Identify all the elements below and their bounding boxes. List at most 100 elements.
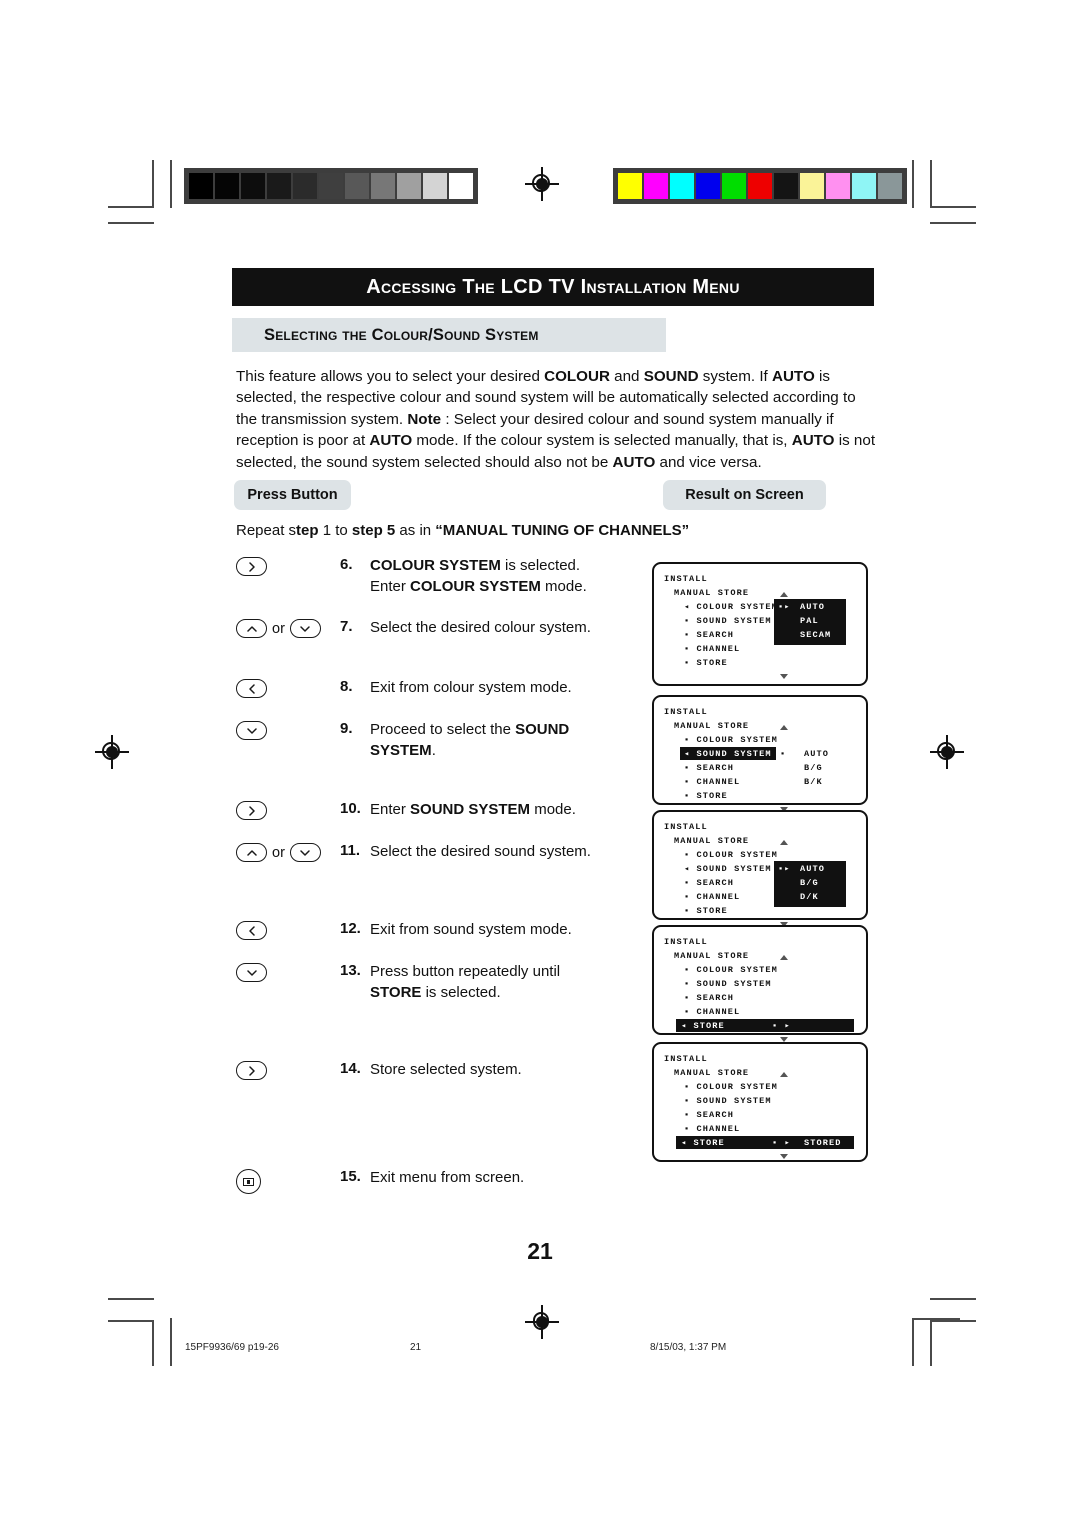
osd-value-option: AUTO xyxy=(804,749,830,759)
osd-screen-panel: INSTALL MANUAL STORE ▪ COLOUR SYSTEM ◂ SOUN… xyxy=(652,810,868,927)
osd-adjust-marker: ▪▸ xyxy=(778,602,791,612)
step-text: . xyxy=(431,741,436,759)
cursor-up-button-icon[interactable] xyxy=(236,619,267,638)
crop-mark-bottom-right-h xyxy=(930,1298,976,1300)
osd-menu-item: ▪ SEARCH xyxy=(684,993,735,1003)
cursor-down-button-icon[interactable] xyxy=(236,721,267,740)
cursor-up-button-icon[interactable] xyxy=(236,843,267,862)
cursor-right-button-icon[interactable] xyxy=(236,557,267,576)
step-number: 11. xyxy=(340,842,361,859)
colour-patch xyxy=(696,173,720,199)
colour-patch xyxy=(670,173,694,199)
osd-value-option: B/G xyxy=(804,763,823,773)
crop-mark-bottom-left-inner-v xyxy=(170,1318,172,1366)
repeat-step-five: step 5 xyxy=(351,522,396,539)
intro-paragraph: This feature allows you to select your d… xyxy=(236,366,878,473)
osd-menu-title: INSTALL xyxy=(664,707,708,717)
step-emphasis: COLOUR SYSTEM xyxy=(370,557,501,574)
crop-mark-bottom-left-h xyxy=(108,1298,154,1300)
crop-mark-top-left-bleed xyxy=(108,222,154,224)
grayscale-patch xyxy=(371,173,395,199)
page-title-bar: Accessing the LCD TV Installation Menu xyxy=(232,268,874,306)
result-on-screen-column-header: Result on Screen xyxy=(663,480,826,510)
step-row: 8. Exit from colour system mode. xyxy=(236,678,572,699)
cursor-down-button-icon[interactable] xyxy=(289,843,321,862)
osd-adjust-marker: ▪ ▸ xyxy=(772,1021,791,1031)
step-button-group xyxy=(236,1060,340,1080)
osd-store-result: STORED xyxy=(804,1138,842,1148)
osd-menu-item: ▪ STORE xyxy=(684,906,728,916)
osd-value-selection-box: ▪▸ AUTO B/G D/K xyxy=(774,861,846,907)
intro-emphasis-auto: AUTO xyxy=(369,432,413,450)
colour-patch xyxy=(878,173,902,199)
cursor-right-button-icon[interactable] xyxy=(236,1061,267,1080)
step-button-group xyxy=(236,962,340,982)
step-text: Select the desired colour system. xyxy=(370,619,591,636)
osd-adjust-marker: ▪▸ xyxy=(778,864,791,874)
cursor-left-button-icon[interactable] xyxy=(236,921,267,940)
osd-menu-item: ▪ COLOUR SYSTEM xyxy=(684,1082,778,1092)
colour-patch xyxy=(800,173,824,199)
osd-menu-item: ▪ CHANNEL xyxy=(684,1007,741,1017)
osd-value-option: D/K xyxy=(800,892,819,902)
step-text: Enter xyxy=(370,577,411,595)
intro-text: reception is poor at xyxy=(236,432,370,450)
step-text: Exit from sound system mode. xyxy=(370,921,572,938)
press-button-label: Press Button xyxy=(247,487,338,503)
step-button-group: or xyxy=(236,618,340,638)
step-number: 15. xyxy=(340,1168,361,1185)
intro-emphasis-colour: COLOUR xyxy=(544,368,610,385)
crop-mark-bottom-right-inner-v2 xyxy=(912,1318,914,1366)
step-emphasis: COLOUR SYSTEM xyxy=(410,577,541,595)
osd-highlighted-store-bar: ◂ STORE ▪ ▸ xyxy=(676,1019,854,1032)
step-text: Proceed to select the xyxy=(370,721,516,738)
step-text: is selected. xyxy=(500,557,581,574)
osd-menu-item: ◂ SOUND SYSTEM xyxy=(684,864,772,874)
grayscale-patch xyxy=(293,173,317,199)
step-text: is selected. xyxy=(421,983,501,1001)
step-text: Select the desired sound system. xyxy=(370,843,591,860)
osd-value-option: SECAM xyxy=(800,630,832,640)
osd-submenu-title: MANUAL STORE xyxy=(674,836,750,846)
cursor-down-button-icon[interactable] xyxy=(236,963,267,982)
intro-text: mode. If the colour system is selected m… xyxy=(412,432,792,450)
grayscale-patch xyxy=(241,173,265,199)
grayscale-patch xyxy=(189,173,213,199)
step-button-group xyxy=(236,800,340,820)
cursor-right-button-icon[interactable] xyxy=(236,801,267,820)
osd-menu-item: ▪ SEARCH xyxy=(684,763,735,773)
osd-menu-item: ▪ COLOUR SYSTEM xyxy=(684,735,778,745)
colour-patch xyxy=(722,173,746,199)
menu-button-icon[interactable] xyxy=(236,1169,261,1194)
step-row: 10. Enter SOUND SYSTEM mode. xyxy=(236,800,576,821)
osd-value-selection-box: ▪▸ AUTO PAL SECAM xyxy=(774,599,846,645)
osd-scroll-up-arrow-icon xyxy=(780,955,788,960)
step-emphasis: SOUND xyxy=(515,721,570,738)
step-text: Press button repeatedly until xyxy=(370,963,561,980)
section-subtitle: Selecting the Colour/Sound System xyxy=(264,325,539,344)
osd-menu-item: ▪ SEARCH xyxy=(684,1110,735,1120)
step-row: 15. Exit menu from screen. xyxy=(236,1168,524,1194)
registration-mark-left-middle xyxy=(95,735,129,769)
osd-menu-title: INSTALL xyxy=(664,822,708,832)
cursor-down-button-icon[interactable] xyxy=(289,619,321,638)
step-description: Select the desired sound system. xyxy=(370,842,591,863)
step-text: Store selected system. xyxy=(370,1061,522,1078)
osd-menu-item: ▪ SOUND SYSTEM xyxy=(684,616,772,626)
osd-menu-item: ▪ SOUND SYSTEM xyxy=(684,1096,772,1106)
step-button-group xyxy=(236,556,340,576)
osd-scroll-up-arrow-icon xyxy=(780,1072,788,1077)
osd-menu-item: ▪ CHANNEL xyxy=(684,1124,741,1134)
step-row: or 7. Select the desired colour system. xyxy=(236,618,591,639)
osd-menu-item: ▪ CHANNEL xyxy=(684,892,741,902)
osd-screen-panel: INSTALL MANUAL STORE ▪ COLOUR SYSTEM ◂ SOUN… xyxy=(652,695,868,812)
repeat-text: 1 to xyxy=(318,522,352,539)
crop-mark-top-left-inner-v xyxy=(170,160,172,208)
grayscale-patch xyxy=(215,173,239,199)
page-title: Accessing the LCD TV Installation Menu xyxy=(366,275,740,298)
crop-mark-top-right-v xyxy=(930,160,932,206)
step-description: Select the desired colour system. xyxy=(370,618,591,639)
step-button-group: or xyxy=(236,842,340,862)
cursor-left-button-icon[interactable] xyxy=(236,679,267,698)
step-number: 6. xyxy=(340,556,353,573)
